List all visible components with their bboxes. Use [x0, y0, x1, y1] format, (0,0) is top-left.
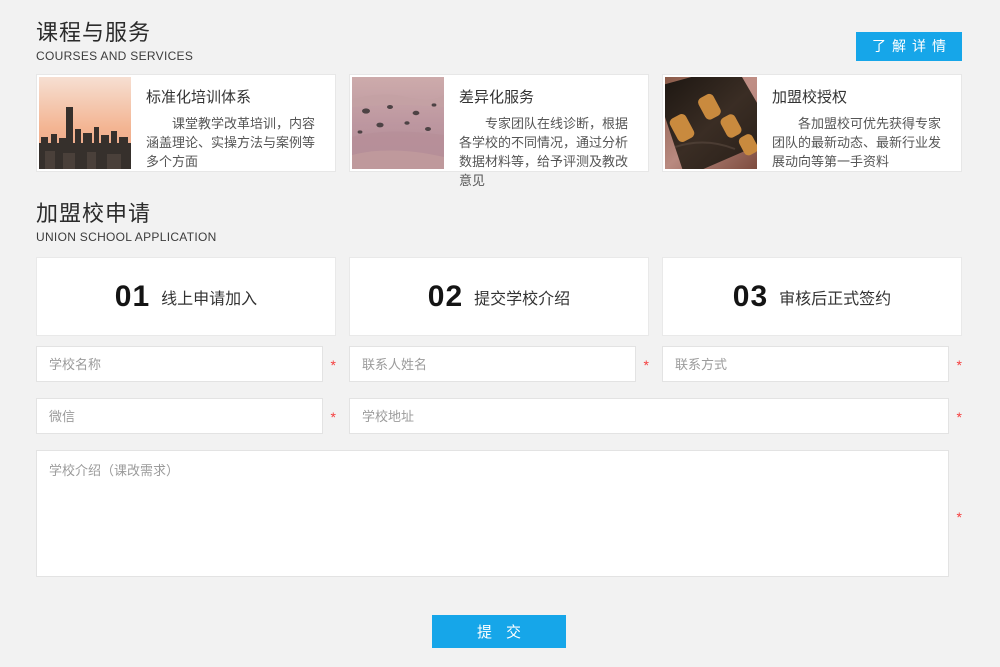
- film-strip-photo: [665, 77, 757, 169]
- application-section-title: 加盟校申请: [36, 199, 962, 229]
- card-text-block: 加盟校授权 各加盟校可优先获得专家团队的最新动态、最新行业发展动向等第一手资料: [757, 77, 959, 169]
- submit-row: 提交: [36, 615, 962, 648]
- required-asterisk: *: [957, 510, 962, 524]
- course-card-standard-training: 标准化培训体系 课堂教学改革培训，内容涵盖理论、实操方法与案例等多个方面: [36, 74, 336, 172]
- card-description: 专家团队在线诊断，根据各学校的不同情况，通过分析数据材料等，给予评测及教改意见: [459, 114, 636, 190]
- school-intro-textarea[interactable]: [36, 450, 949, 577]
- application-steps-row: 01 线上申请加入 02 提交学校介绍 03 审核后正式签约: [36, 257, 962, 336]
- contact-method-field-wrapper: *: [662, 346, 962, 382]
- card-description: 课堂教学改革培训，内容涵盖理论、实操方法与案例等多个方面: [146, 114, 323, 171]
- step-3-sign-contract: 03 审核后正式签约: [662, 257, 962, 336]
- submit-button[interactable]: 提交: [432, 615, 566, 648]
- card-title: 标准化培训体系: [146, 86, 323, 107]
- courses-section-header: 课程与服务 COURSES AND SERVICES 了解详情: [36, 18, 962, 65]
- school-address-field-wrapper: *: [349, 398, 962, 434]
- wechat-input[interactable]: [36, 398, 323, 434]
- page-container: 课程与服务 COURSES AND SERVICES 了解详情: [0, 0, 1000, 648]
- step-number: 01: [115, 280, 150, 314]
- wechat-field-wrapper: *: [36, 398, 336, 434]
- step-label: 审核后正式签约: [779, 285, 891, 309]
- desert-photo: [352, 77, 444, 169]
- school-name-input[interactable]: [36, 346, 323, 382]
- course-cards-row: 标准化培训体系 课堂教学改革培训，内容涵盖理论、实操方法与案例等多个方面: [36, 74, 962, 172]
- school-intro-field-wrapper: *: [36, 450, 962, 582]
- contact-name-field-wrapper: *: [349, 346, 649, 382]
- contact-name-input[interactable]: [349, 346, 636, 382]
- step-number: 03: [733, 280, 768, 314]
- contact-method-input[interactable]: [662, 346, 949, 382]
- card-title: 加盟校授权: [772, 86, 949, 107]
- card-text-block: 差异化服务 专家团队在线诊断，根据各学校的不同情况，通过分析数据材料等，给予评测…: [444, 77, 646, 169]
- learn-more-button[interactable]: 了解详情: [856, 32, 962, 61]
- school-name-field-wrapper: *: [36, 346, 336, 382]
- step-label: 提交学校介绍: [474, 285, 570, 309]
- card-title: 差异化服务: [459, 86, 636, 107]
- step-label: 线上申请加入: [161, 285, 257, 309]
- courses-heading-block: 课程与服务 COURSES AND SERVICES: [36, 18, 193, 65]
- courses-section-title: 课程与服务: [36, 18, 193, 48]
- step-number: 02: [428, 280, 463, 314]
- course-card-franchise-authorization: 加盟校授权 各加盟校可优先获得专家团队的最新动态、最新行业发展动向等第一手资料: [662, 74, 962, 172]
- required-asterisk: *: [957, 358, 962, 372]
- card-description: 各加盟校可优先获得专家团队的最新动态、最新行业发展动向等第一手资料: [772, 114, 949, 171]
- application-section-header: 加盟校申请 UNION SCHOOL APPLICATION: [36, 199, 962, 246]
- school-address-input[interactable]: [349, 398, 949, 434]
- card-text-block: 标准化培训体系 课堂教学改革培训，内容涵盖理论、实操方法与案例等多个方面: [131, 77, 333, 169]
- required-asterisk: *: [331, 358, 336, 372]
- required-asterisk: *: [957, 410, 962, 424]
- city-skyline-photo: [39, 77, 131, 169]
- course-card-differentiated-service: 差异化服务 专家团队在线诊断，根据各学校的不同情况，通过分析数据材料等，给予评测…: [349, 74, 649, 172]
- required-asterisk: *: [331, 410, 336, 424]
- application-section-subtitle: UNION SCHOOL APPLICATION: [36, 229, 962, 246]
- required-asterisk: *: [644, 358, 649, 372]
- step-1-apply-online: 01 线上申请加入: [36, 257, 336, 336]
- application-form: * * * * * *: [36, 346, 962, 582]
- step-2-submit-intro: 02 提交学校介绍: [349, 257, 649, 336]
- courses-section-subtitle: COURSES AND SERVICES: [36, 48, 193, 65]
